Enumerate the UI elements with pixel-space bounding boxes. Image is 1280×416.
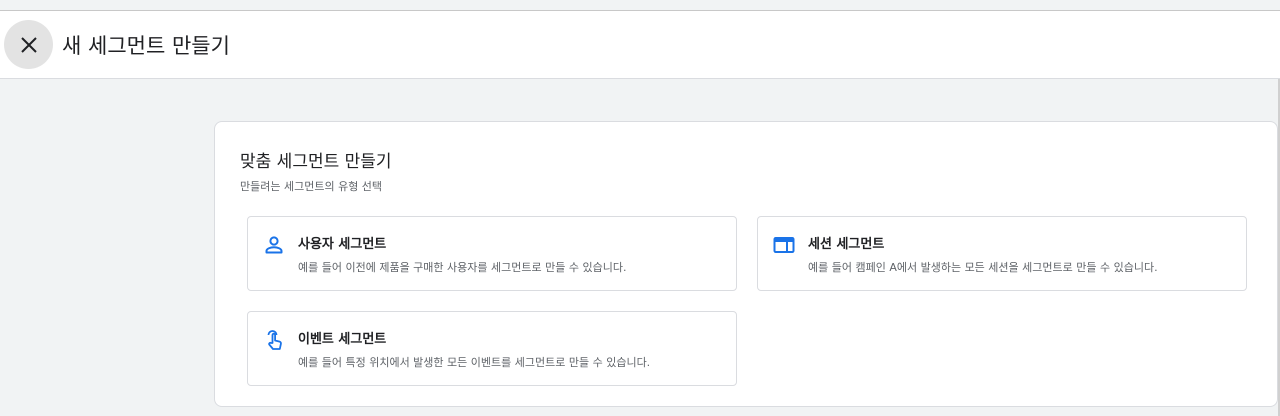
event-segment-description: 예를 들어 특정 위치에서 발생한 모든 이벤트를 세그먼트로 만들 수 있습니… [298,356,651,369]
session-segment-title: 세션 세그먼트 [808,237,885,252]
user-segment-option[interactable]: 사용자 세그먼트 예를 들어 이전에 제품을 구매한 사용자를 세그먼트로 만들… [247,216,737,291]
event-segment-title: 이벤트 세그먼트 [298,332,387,347]
card-title: 맞춤 세그먼트 만들기 [240,152,392,172]
session-segment-option[interactable]: 세션 세그먼트 예를 들어 캠페인 A에서 발생하는 모든 세션을 세그먼트로 … [757,216,1247,291]
session-window-icon [773,237,795,253]
close-button[interactable] [4,20,53,69]
close-icon [20,36,37,53]
page-header: 새 세그먼트 만들기 [0,11,1280,79]
page-title: 새 세그먼트 만들기 [62,34,230,58]
person-icon [265,236,283,254]
session-segment-description: 예를 들어 캠페인 A에서 발생하는 모든 세션을 세그먼트로 만들 수 있습니… [808,261,1158,274]
card-subtitle: 만들려는 세그먼트의 유형 선택 [240,180,383,193]
user-segment-title: 사용자 세그먼트 [298,237,387,252]
event-segment-option[interactable]: 이벤트 세그먼트 예를 들어 특정 위치에서 발생한 모든 이벤트를 세그먼트로… [247,311,737,386]
touch-hand-icon [267,330,282,350]
user-segment-description: 예를 들어 이전에 제품을 구매한 사용자를 세그먼트로 만들 수 있습니다. [298,261,627,274]
custom-segment-card: 맞춤 세그먼트 만들기 만들려는 세그먼트의 유형 선택 사용자 세그먼트 예를… [214,121,1278,407]
